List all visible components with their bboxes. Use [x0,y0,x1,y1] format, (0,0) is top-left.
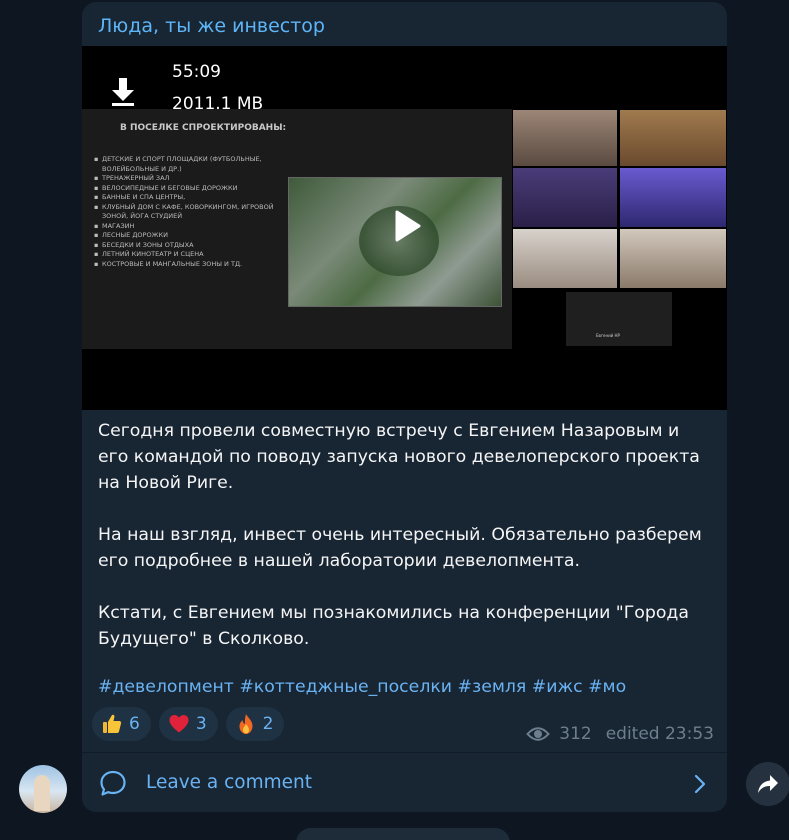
slide-title: В ПОСЕЛКЕ СПРОЕКТИРОВАНЫ: [120,123,287,133]
edited-time: edited 23:53 [605,724,714,744]
author-name[interactable]: Люда, ты же инвестор [98,15,325,37]
slide-item: ЛЕСНЫЕ ДОРОЖКИ [94,231,294,241]
participant-tile [619,228,727,289]
play-icon[interactable] [385,206,425,246]
comment-icon [100,770,126,796]
reaction-count: 3 [195,714,207,734]
video-size: 2011.1 MB [172,94,264,114]
slide-item: БАННЫЕ И СПА ЦЕНТРЫ, [94,193,294,203]
reaction-thumbs-up[interactable]: 6 [92,707,151,741]
slide-list: ДЕТСКИЕ И СПОРТ ПЛОЩАДКИ (ФУТБОЛЬНЫЕ, ВО… [94,155,294,269]
message-paragraph: На наш взгляд, инвест очень интересный. … [98,525,702,571]
video-frame-slide: В ПОСЕЛКЕ СПРОЕКТИРОВАНЫ: ДЕТСКИЕ И СПОР… [82,109,512,349]
participant-tile [512,109,618,167]
reaction-count: 2 [262,714,274,734]
reaction-heart[interactable]: 3 [158,707,218,741]
message-stats: 312 edited 23:53 [526,724,714,744]
heart-icon [169,715,189,733]
date-pill [296,828,510,840]
slide-item: КОСТРОВЫЕ И МАНГАЛЬНЫЕ ЗОНЫ И ТД. [94,260,294,270]
participant-tile [619,167,727,228]
participant-label: Евгений НР [596,333,620,338]
video-duration: 55:09 [172,62,221,82]
participant-tile [512,228,618,289]
share-button[interactable] [746,762,789,806]
comment-label: Leave a comment [146,772,313,793]
view-count: 312 [559,724,592,744]
video-attachment[interactable]: В ПОСЕЛКЕ СПРОЕКТИРОВАНЫ: ДЕТСКИЕ И СПОР… [82,46,727,410]
avatar[interactable] [19,765,67,813]
participant-tile [512,167,618,228]
hashtags[interactable]: #девелопмент #коттеджные_поселки #земля … [98,677,626,697]
slide-item: МАГАЗИН [94,222,294,232]
slide-item: ДЕТСКИЕ И СПОРТ ПЛОЩАДКИ (ФУТБОЛЬНЫЕ, ВО… [94,155,294,174]
participant-tile [619,109,727,167]
message-paragraph: Сегодня провели совместную встречу с Евг… [98,421,700,493]
download-icon[interactable] [104,72,142,110]
message-bubble: Люда, ты же инвестор В ПОСЕЛКЕ СПРОЕКТИР… [82,2,727,812]
reaction-fire[interactable]: 2 [225,707,285,741]
message-text: Сегодня провели совместную встречу с Евг… [98,418,708,678]
eye-icon [526,727,551,741]
leave-comment-button[interactable]: Leave a comment [82,753,727,812]
slide-item: ЛЕТНИЙ КИНОТЕАТР И СЦЕНА [94,250,294,260]
slide-item: КЛУБНЫЙ ДОМ С КАФЕ, КОВОРКИНГОМ, ИГРОВОЙ… [94,203,294,222]
participant-tile: Евгений НР [565,291,673,347]
slide-item: ВЕЛОСИПЕДНЫЕ И БЕГОВЫЕ ДОРОЖКИ [94,184,294,194]
thumbs-up-icon [103,714,122,733]
fire-icon [239,714,253,734]
message-paragraph: Кстати, с Евгением мы познакомились на к… [98,603,689,649]
chevron-right-icon [694,774,706,794]
reactions-bar: 6 3 2 [92,707,285,741]
reaction-count: 6 [129,714,140,734]
share-icon [758,775,778,793]
slide-item: БЕСЕДКИ И ЗОНЫ ОТДЫХА [94,241,294,251]
slide-item: ТРЕНАЖЕРНЫЙ ЗАЛ [94,174,294,184]
